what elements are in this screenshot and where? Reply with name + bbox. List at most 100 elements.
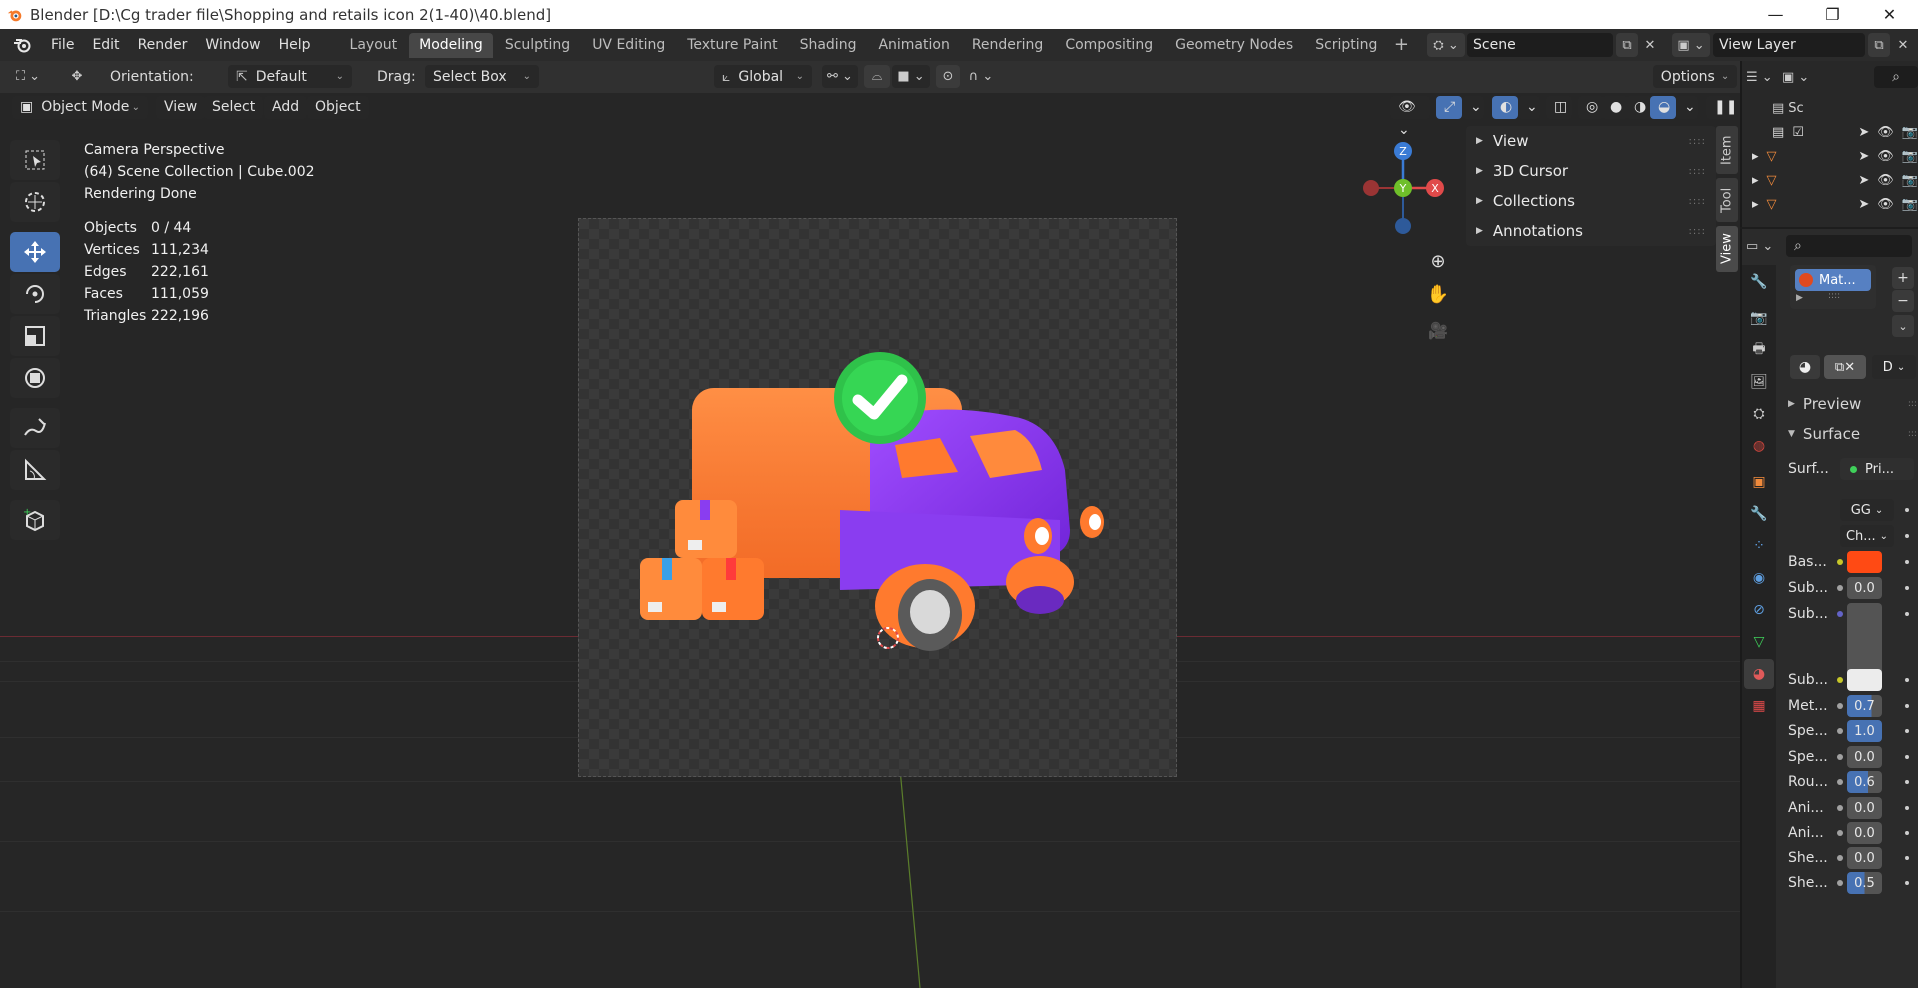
- scene-properties-icon[interactable]: ⛭: [1744, 399, 1774, 429]
- material-slot-item[interactable]: Mat...: [1795, 269, 1871, 291]
- eye-icon[interactable]: 👁: [1877, 125, 1894, 140]
- keyframe-dot-icon[interactable]: [1905, 856, 1909, 860]
- panel-annotations[interactable]: ▶ Annotations::::: [1466, 216, 1716, 246]
- render-camera-icon[interactable]: 📷: [1902, 197, 1918, 212]
- search-icon[interactable]: ⌕: [1786, 235, 1912, 257]
- vector-field[interactable]: [1847, 603, 1882, 677]
- view-layer-field[interactable]: View Layer: [1713, 33, 1865, 57]
- editor-type-icon[interactable]: ☰ ⌄: [1746, 70, 1782, 85]
- visibility-icon[interactable]: 👁 ⌄: [1390, 96, 1430, 138]
- data-properties-icon[interactable]: ▽: [1744, 627, 1774, 657]
- material-browse-icon[interactable]: ◕: [1790, 355, 1820, 379]
- 3d-cursor-icon[interactable]: [874, 624, 902, 652]
- drag-handle-icon[interactable]: ::::: [1908, 429, 1918, 439]
- keyframe-dot-icon[interactable]: [1905, 534, 1909, 538]
- drag-handle-icon[interactable]: ::::: [1908, 399, 1918, 409]
- add-workspace-button[interactable]: +: [1389, 33, 1413, 58]
- outliner-row[interactable]: ▸ ▽ ➤ 👁 📷: [1752, 145, 1918, 167]
- options-dropdown[interactable]: Options ⌄: [1653, 65, 1737, 88]
- select-box-tool[interactable]: [10, 140, 60, 180]
- select-arrow-icon[interactable]: ➤: [1858, 125, 1869, 140]
- new-scene-icon[interactable]: ⧉: [1616, 33, 1638, 57]
- color-swatch[interactable]: [1847, 551, 1882, 573]
- view-layer-properties-icon[interactable]: 🖼: [1744, 367, 1774, 397]
- tab-view[interactable]: View: [1716, 226, 1738, 272]
- input-socket-icon[interactable]: [1837, 611, 1843, 617]
- material-properties-icon[interactable]: ◕: [1744, 659, 1774, 689]
- keyframe-dot-icon[interactable]: [1905, 678, 1909, 682]
- outliner-row[interactable]: ▤ ☑ ➤ 👁 📷: [1772, 121, 1918, 143]
- tool-settings-icon[interactable]: 🔧: [1744, 267, 1774, 297]
- tab-animation[interactable]: Animation: [868, 33, 959, 58]
- camera-view-icon[interactable]: 🎥: [1424, 312, 1452, 348]
- particle-properties-icon[interactable]: ⁘: [1744, 531, 1774, 561]
- menu-file[interactable]: File: [42, 32, 83, 58]
- input-socket-icon[interactable]: [1837, 779, 1843, 785]
- input-socket-icon[interactable]: [1837, 830, 1843, 836]
- texture-properties-icon[interactable]: ▦: [1744, 691, 1774, 721]
- tab-item[interactable]: Item: [1716, 126, 1738, 174]
- drag-handle-icon[interactable]: ::::: [1689, 196, 1706, 207]
- snap-toggle-icon[interactable]: ⌓: [864, 65, 890, 88]
- input-socket-icon[interactable]: [1837, 703, 1843, 709]
- object-properties-icon[interactable]: ▣: [1744, 467, 1774, 497]
- proportional-edit-icon[interactable]: ⊙: [936, 65, 960, 88]
- viewport-menu-select[interactable]: Select: [204, 96, 264, 119]
- tab-uv-editing[interactable]: UV Editing: [582, 33, 675, 58]
- panel-collections[interactable]: ▶ Collections::::: [1466, 186, 1716, 216]
- drag-dropdown[interactable]: Select Box ⌄: [425, 65, 539, 88]
- input-socket-icon[interactable]: [1837, 855, 1843, 861]
- keyframe-dot-icon[interactable]: [1905, 508, 1909, 512]
- constraint-properties-icon[interactable]: ⊘: [1744, 595, 1774, 625]
- number-field[interactable]: 0.0: [1847, 746, 1882, 768]
- menu-window[interactable]: Window: [196, 32, 269, 58]
- outliner-row[interactable]: ▸ ▽ ➤ 👁 📷: [1752, 169, 1918, 191]
- render-camera-icon[interactable]: 📷: [1902, 125, 1918, 140]
- gizmo-toggle-icon[interactable]: ⤢: [1436, 96, 1462, 119]
- input-socket-icon[interactable]: [1837, 728, 1843, 734]
- zoom-icon[interactable]: ⊕: [1424, 246, 1452, 276]
- chevron-down-icon[interactable]: ⌄: [1518, 96, 1540, 119]
- transform-orientation-dropdown[interactable]: ⟀ Global ⌄: [714, 65, 812, 88]
- number-field[interactable]: 0.7: [1847, 695, 1882, 717]
- number-field[interactable]: 0.0: [1847, 577, 1882, 599]
- material-copy-icon[interactable]: ⧉✕: [1824, 355, 1866, 379]
- drag-handle-icon[interactable]: ::::: [1689, 166, 1706, 177]
- tab-texture-paint[interactable]: Texture Paint: [677, 33, 787, 58]
- number-field[interactable]: 0.0: [1847, 847, 1882, 869]
- number-field[interactable]: 0.0: [1847, 797, 1882, 819]
- search-icon[interactable]: ⌕: [1874, 66, 1918, 88]
- expand-arrow-icon[interactable]: ▸: [1752, 173, 1759, 188]
- chevron-down-icon[interactable]: ⌄: [1676, 96, 1698, 119]
- panel-3d-cursor[interactable]: ▶ 3D Cursor::::: [1466, 156, 1716, 186]
- drag-handle-icon[interactable]: ::::: [1689, 226, 1706, 237]
- tab-modeling[interactable]: Modeling: [409, 32, 493, 58]
- move-tool-icon[interactable]: ✥: [62, 65, 92, 88]
- input-socket-icon[interactable]: [1837, 677, 1843, 683]
- input-socket-icon[interactable]: [1837, 880, 1843, 886]
- eye-icon[interactable]: 👁: [1877, 197, 1894, 212]
- keyframe-dot-icon[interactable]: [1905, 755, 1909, 759]
- keyframe-dot-icon[interactable]: [1905, 806, 1909, 810]
- number-field[interactable]: 0.6: [1847, 771, 1882, 793]
- rotate-tool[interactable]: [10, 274, 60, 314]
- scene-name-field[interactable]: Scene: [1467, 33, 1613, 57]
- overlays-toggle-icon[interactable]: ◐: [1492, 96, 1518, 119]
- xray-toggle-icon[interactable]: ◫: [1546, 96, 1572, 119]
- scene-selector-icon[interactable]: ⛭ ⌄: [1427, 33, 1465, 57]
- panel-view[interactable]: ▶ View::::: [1466, 126, 1716, 156]
- drag-handle-icon[interactable]: ::::: [1689, 136, 1706, 147]
- view-layer-icon[interactable]: ▣ ⌄: [1672, 33, 1710, 57]
- pause-render-icon[interactable]: ❚❚: [1706, 96, 1737, 119]
- outliner-row[interactable]: ▸ ▽ ➤ 👁 📷: [1752, 193, 1918, 215]
- data-link-dropdown[interactable]: D ⌄: [1872, 355, 1916, 379]
- keyframe-dot-icon[interactable]: [1905, 560, 1909, 564]
- cursor-tool[interactable]: [10, 182, 60, 222]
- transform-tool[interactable]: [10, 358, 60, 398]
- distribution-dropdown[interactable]: GG ⌄: [1840, 499, 1894, 521]
- checkbox-icon[interactable]: ☑: [1792, 125, 1804, 140]
- render-properties-icon[interactable]: 📷: [1744, 303, 1774, 333]
- tab-scripting[interactable]: Scripting: [1305, 33, 1387, 58]
- number-field[interactable]: 0.5: [1847, 872, 1882, 894]
- select-arrow-icon[interactable]: ➤: [1858, 197, 1869, 212]
